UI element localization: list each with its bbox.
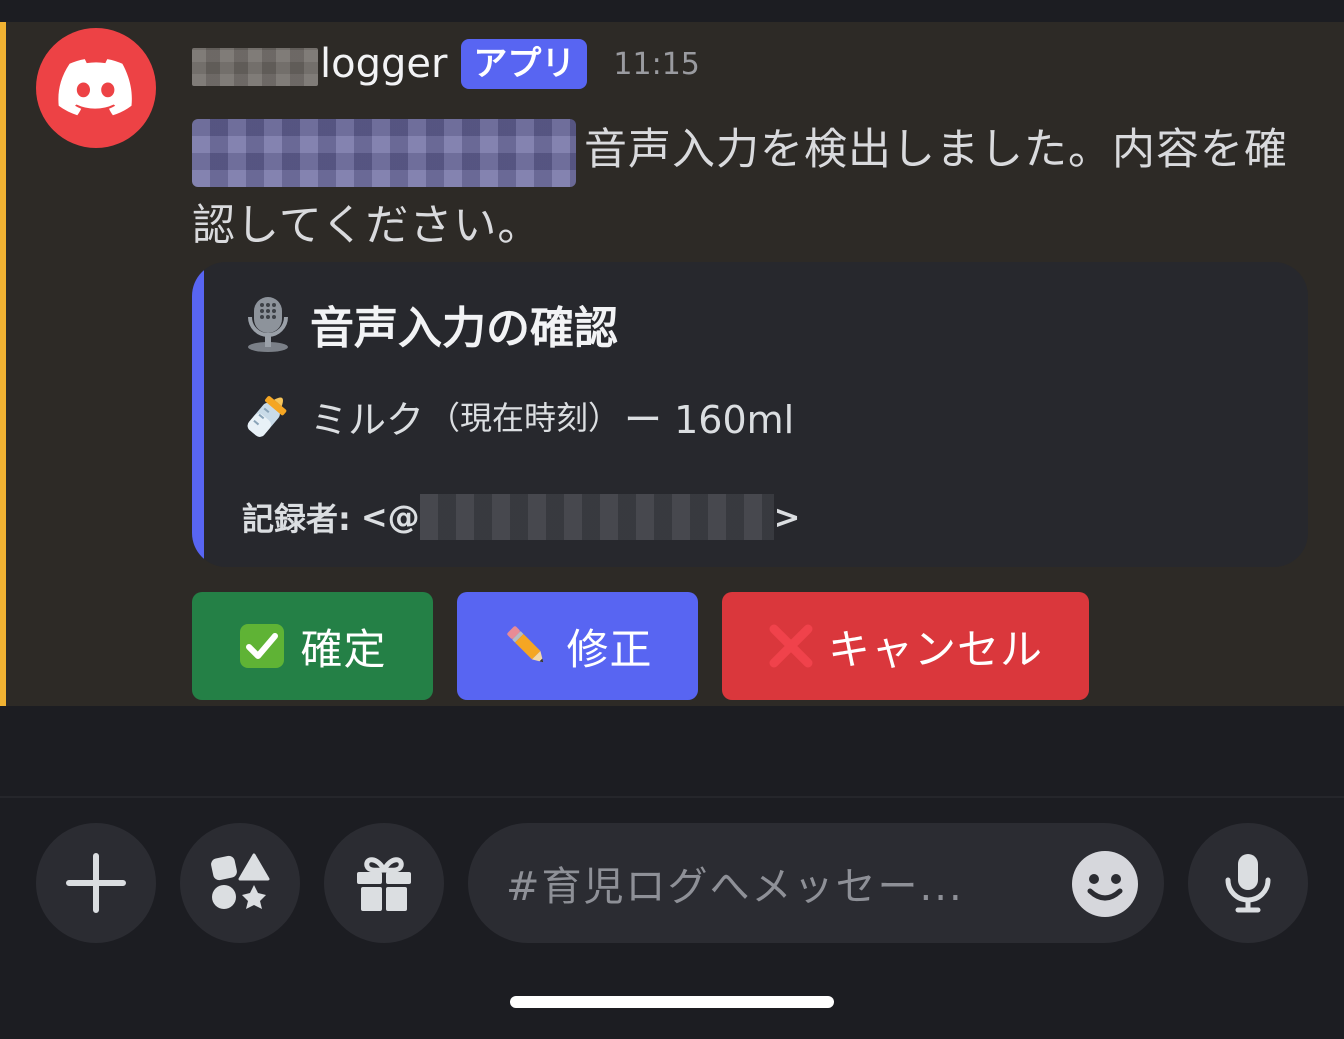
recorder-label: 記録者:	[242, 500, 351, 538]
add-attachment-button[interactable]	[36, 823, 156, 943]
action-buttons: 確定 修正 キャンセル	[192, 592, 1089, 700]
record-item: ミルク	[310, 397, 425, 442]
baby-bottle-icon	[240, 388, 294, 444]
embed-record-line: ミルク （現在時刻） ー 160ml	[240, 388, 794, 444]
home-indicator[interactable]	[510, 996, 834, 1008]
microphone-icon	[242, 295, 294, 353]
username[interactable]: logger	[320, 44, 447, 84]
embed-accent-bar	[192, 262, 204, 567]
emoji-button[interactable]	[1072, 851, 1138, 917]
message-input-placeholder: #育児ログへメッセー...	[506, 864, 964, 910]
redacted-mention[interactable]	[192, 118, 576, 187]
cancel-label: キャンセル	[827, 624, 1043, 674]
recorder-mention-close: >	[773, 498, 801, 536]
edit-label: 修正	[566, 624, 653, 674]
record-time-note: （現在時刻）	[428, 399, 621, 437]
record-amount: ー 160ml	[624, 397, 795, 442]
message-header: logger アプリ 11:15	[192, 34, 700, 94]
embed-title: 音声入力の確認	[242, 292, 618, 356]
gift-button[interactable]	[324, 823, 444, 943]
apps-shapes-icon	[211, 853, 270, 909]
pencil-icon	[502, 621, 552, 671]
redacted-recorder	[419, 494, 774, 540]
microphone-icon	[1225, 854, 1271, 913]
chat-message: logger アプリ 11:15 音声入力を検出しました。内容を確認してください…	[0, 22, 1344, 706]
embed-footer: 記録者: <@ >	[242, 494, 800, 540]
avatar[interactable]	[36, 28, 156, 148]
apps-button[interactable]	[180, 823, 300, 943]
smiley-face-icon	[1087, 874, 1123, 901]
cross-mark-icon	[768, 623, 814, 669]
plus-icon	[66, 853, 126, 913]
recorder-mention-open: <@	[360, 498, 420, 536]
cancel-button[interactable]: キャンセル	[722, 592, 1089, 700]
confirm-label: 確定	[300, 624, 387, 674]
composer-divider	[0, 796, 1344, 798]
discord-logo-icon	[58, 59, 132, 116]
embed-title-text: 音声入力の確認	[310, 303, 618, 354]
message-input[interactable]: #育児ログへメッセー...	[468, 823, 1164, 943]
confirm-button[interactable]: 確定	[192, 592, 433, 700]
check-mark-icon	[238, 622, 286, 670]
app-badge: アプリ	[461, 39, 588, 89]
embed-card: 音声入力の確認 ミルク （現在時刻） ー 160ml 記録者: <@ >	[192, 262, 1308, 567]
message-content: 音声入力を検出しました。内容を確認してください。	[192, 112, 1312, 264]
edit-button[interactable]: 修正	[457, 592, 698, 700]
gift-icon	[357, 857, 411, 911]
redacted-username	[192, 48, 318, 86]
voice-message-button[interactable]	[1188, 823, 1308, 943]
message-highlight-bar	[0, 22, 6, 706]
top-status-area	[0, 0, 1344, 22]
timestamp: 11:15	[613, 46, 700, 82]
